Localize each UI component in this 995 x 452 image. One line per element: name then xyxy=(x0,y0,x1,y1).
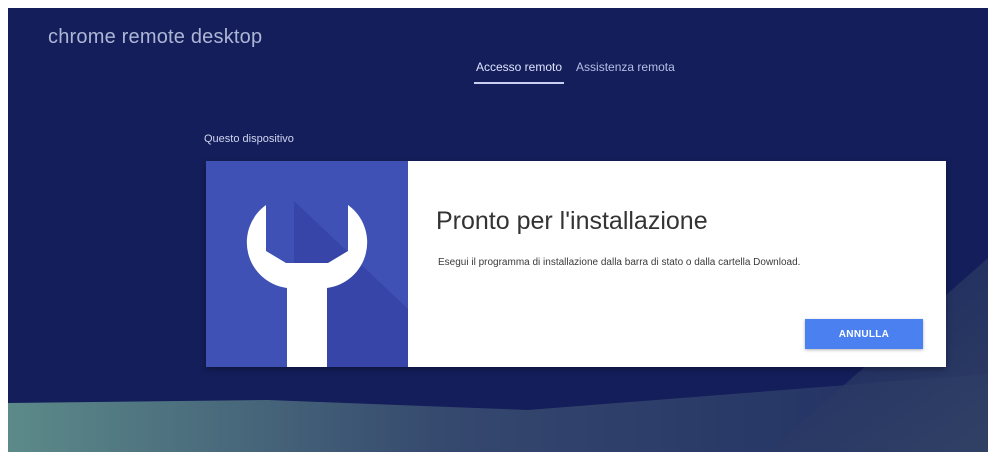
card-content: Pronto per l'installazione Esegui il pro… xyxy=(408,161,946,367)
tab-remote-access[interactable]: Accesso remoto xyxy=(474,60,565,84)
install-ready-card: Pronto per l'installazione Esegui il pro… xyxy=(206,161,946,367)
card-art-panel xyxy=(206,161,408,367)
main-tabs: Accesso remoto Assistenza remota xyxy=(474,60,677,84)
tab-remote-support[interactable]: Assistenza remota xyxy=(574,60,677,84)
wrench-icon xyxy=(246,201,408,367)
section-this-device-label: Questo dispositivo xyxy=(204,133,294,145)
install-description: Esegui il programma di installazione dal… xyxy=(438,257,801,268)
install-title: Pronto per l'installazione xyxy=(436,207,708,235)
cancel-button[interactable]: ANNULLA xyxy=(805,319,923,349)
remote-desktop-page: chrome remote desktop Accesso remoto Ass… xyxy=(8,8,988,452)
app-title: chrome remote desktop xyxy=(48,26,263,48)
